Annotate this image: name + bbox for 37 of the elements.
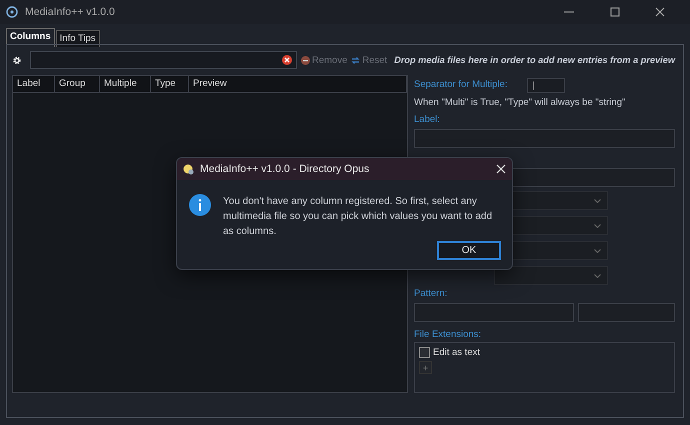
app-logo-icon: [6, 6, 18, 18]
field-label: Label:: [414, 113, 441, 127]
chevron-icon: [594, 224, 601, 228]
column-header[interactable]: Preview: [189, 76, 407, 92]
clear-icon[interactable]: [282, 55, 292, 65]
dialog-title: MediaInfo++ v1.0.0 - Directory Opus: [200, 163, 370, 175]
note-text: When "Multi" is True, "Type" will always be "string": [414, 96, 626, 110]
tab[interactable]: Info Tips: [56, 30, 100, 47]
close-icon[interactable]: [496, 164, 506, 174]
chevron-icon: [594, 274, 601, 278]
reset-arrow-icon: [351, 56, 360, 64]
column-header[interactable]: Multiple: [100, 76, 151, 92]
field-label: Separator for Multiple:: [414, 78, 508, 92]
tab[interactable]: Columns: [6, 28, 55, 47]
field-label: Pattern:: [414, 287, 448, 301]
column-header[interactable]: Label: [13, 76, 55, 92]
checkbox-label: Edit as text: [433, 347, 480, 358]
ok-button[interactable]: OK: [437, 241, 501, 260]
field-label: File Extensions:: [414, 328, 482, 342]
minus-circle-icon: [300, 56, 310, 64]
chevron-icon: [594, 248, 601, 252]
chevron-icon: [594, 198, 601, 202]
drop-hint: Drop media files here in order to add new entries from a preview: [394, 55, 675, 65]
column-header[interactable]: Type: [151, 76, 189, 92]
settings-icon[interactable]: [12, 54, 22, 66]
separator-field[interactable]: |: [527, 78, 566, 92]
input-field[interactable]: [414, 303, 574, 322]
info-icon: [189, 194, 211, 216]
checkbox[interactable]: [419, 347, 430, 358]
app-logo-icon: [183, 164, 194, 174]
window-title: MediaInfo++ v1.0.0: [25, 6, 116, 18]
add-button[interactable]: +: [419, 361, 432, 374]
input-field[interactable]: [414, 129, 675, 148]
column-header[interactable]: Group: [55, 76, 100, 92]
dialog-message: You don't have any column registered. So first, select any multimedia file so you can pick which values you want to add as columns.: [223, 195, 494, 239]
input-field[interactable]: [578, 303, 675, 322]
search-field[interactable]: [30, 51, 297, 69]
